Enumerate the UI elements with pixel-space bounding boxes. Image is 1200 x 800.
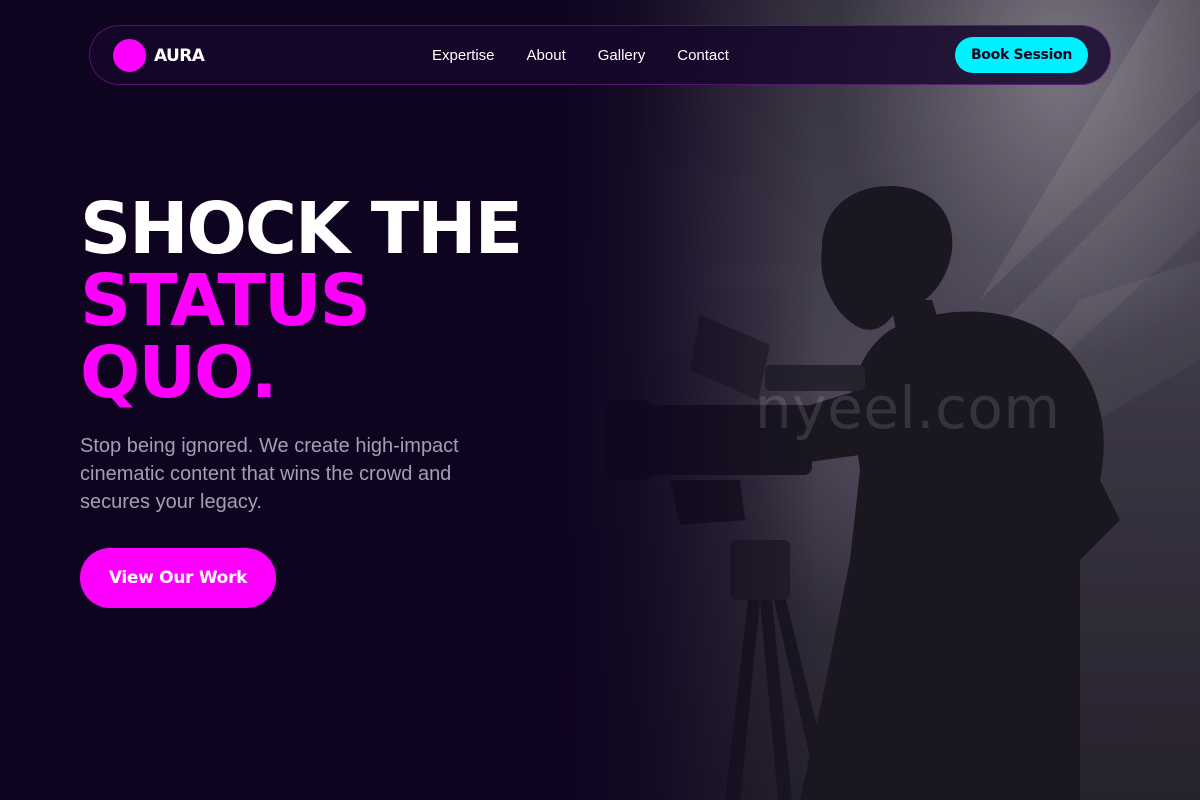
headline-line-3: QUO. <box>80 331 278 414</box>
brand-logo[interactable]: AURA <box>113 39 205 72</box>
nav-links: Expertise About Gallery Contact <box>432 26 729 84</box>
headline-line-1: SHOCK THE <box>80 187 523 270</box>
nav-link-expertise[interactable]: Expertise <box>432 47 495 64</box>
nav-link-about[interactable]: About <box>527 47 566 64</box>
book-session-button[interactable]: Book Session <box>955 37 1088 73</box>
hero-subcopy: Stop being ignored. We create high-impac… <box>80 435 459 513</box>
view-our-work-button[interactable]: View Our Work <box>80 548 276 608</box>
top-navbar: AURA Expertise About Gallery Contact Boo… <box>89 25 1111 85</box>
headline-line-2: STATUS <box>80 259 371 342</box>
watermark-text: nyeel.com <box>755 374 1061 442</box>
nav-link-gallery[interactable]: Gallery <box>598 47 646 64</box>
hero-headline: SHOCK THE STATUS QUO. <box>80 187 523 414</box>
brand-name: AURA <box>154 45 205 66</box>
logo-mark-icon <box>113 39 146 72</box>
nav-link-contact[interactable]: Contact <box>677 47 729 64</box>
